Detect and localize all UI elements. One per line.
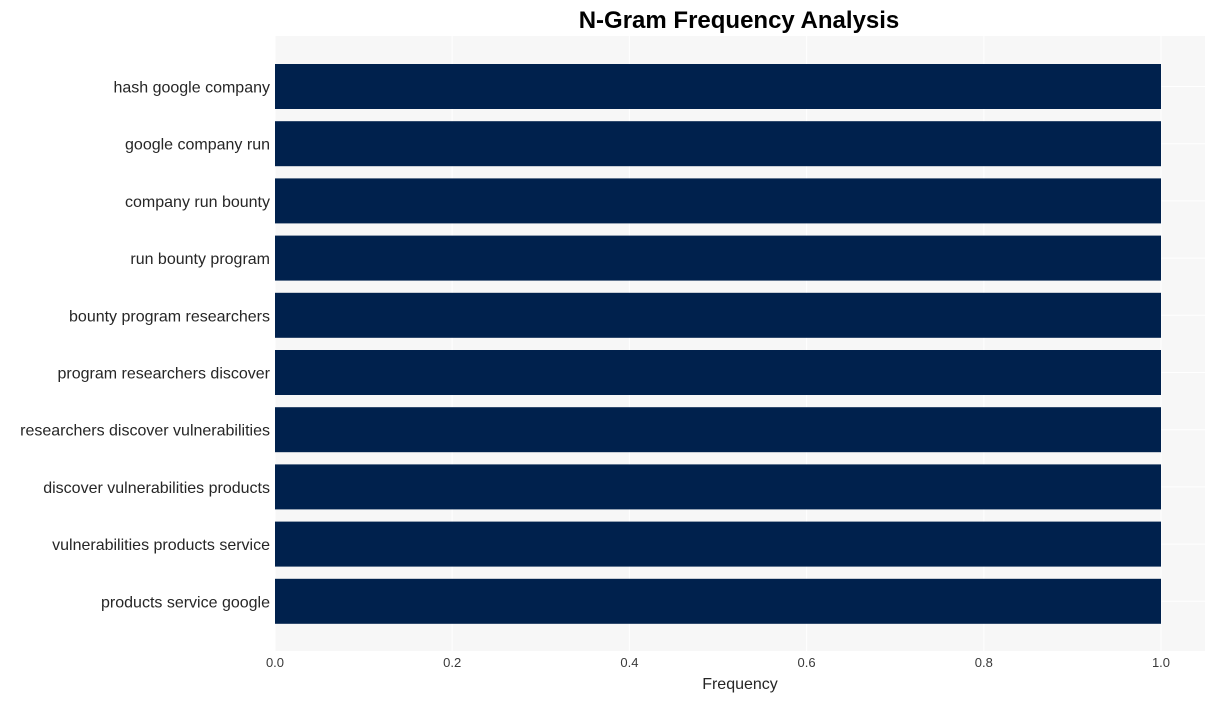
x-tick-label-1: 0.2 — [443, 655, 461, 670]
chart-title: N-Gram Frequency Analysis — [579, 7, 900, 34]
x-tick-label-5: 1.0 — [1152, 655, 1170, 670]
x-tick-label-3: 0.6 — [798, 655, 816, 670]
bar-3 — [275, 235, 1161, 281]
bar-4 — [275, 292, 1161, 338]
bar-8 — [275, 521, 1161, 567]
y-tick-label-1: google company run — [125, 137, 270, 154]
y-tick-label-3: run bounty program — [130, 251, 270, 268]
x-axis-title: Frequency — [702, 676, 778, 693]
bar-5 — [275, 350, 1161, 395]
x-tick-label-2: 0.4 — [620, 655, 638, 670]
bar-9 — [275, 578, 1161, 624]
bar-1 — [275, 121, 1161, 167]
ngram-frequency-chart: hash google company google company run com… — [20, 7, 1205, 693]
y-tick-label-9: products service google — [101, 594, 270, 611]
y-tick-label-5: program researchers discover — [57, 366, 270, 383]
bar-2 — [275, 178, 1161, 224]
y-tick-label-6: researchers discover vulnerabilities — [20, 423, 270, 440]
y-tick-label-2: company run bounty — [125, 194, 270, 211]
y-tick-label-0: hash google company — [113, 80, 270, 97]
y-tick-label-7: discover vulnerabilities products — [43, 480, 270, 497]
y-tick-label-4: bounty program researchers — [69, 308, 270, 325]
x-axis-ticks: 0.0 0.2 0.4 0.6 0.8 1.0 — [266, 655, 1170, 670]
bar-0 — [275, 64, 1161, 109]
x-tick-label-4: 0.8 — [975, 655, 993, 670]
y-axis-labels: hash google company google company run com… — [20, 80, 271, 612]
bar-6 — [275, 407, 1161, 453]
bar-7 — [275, 464, 1161, 510]
y-tick-label-8: vulnerabilities products service — [52, 537, 270, 554]
x-tick-label-0: 0.0 — [266, 655, 284, 670]
